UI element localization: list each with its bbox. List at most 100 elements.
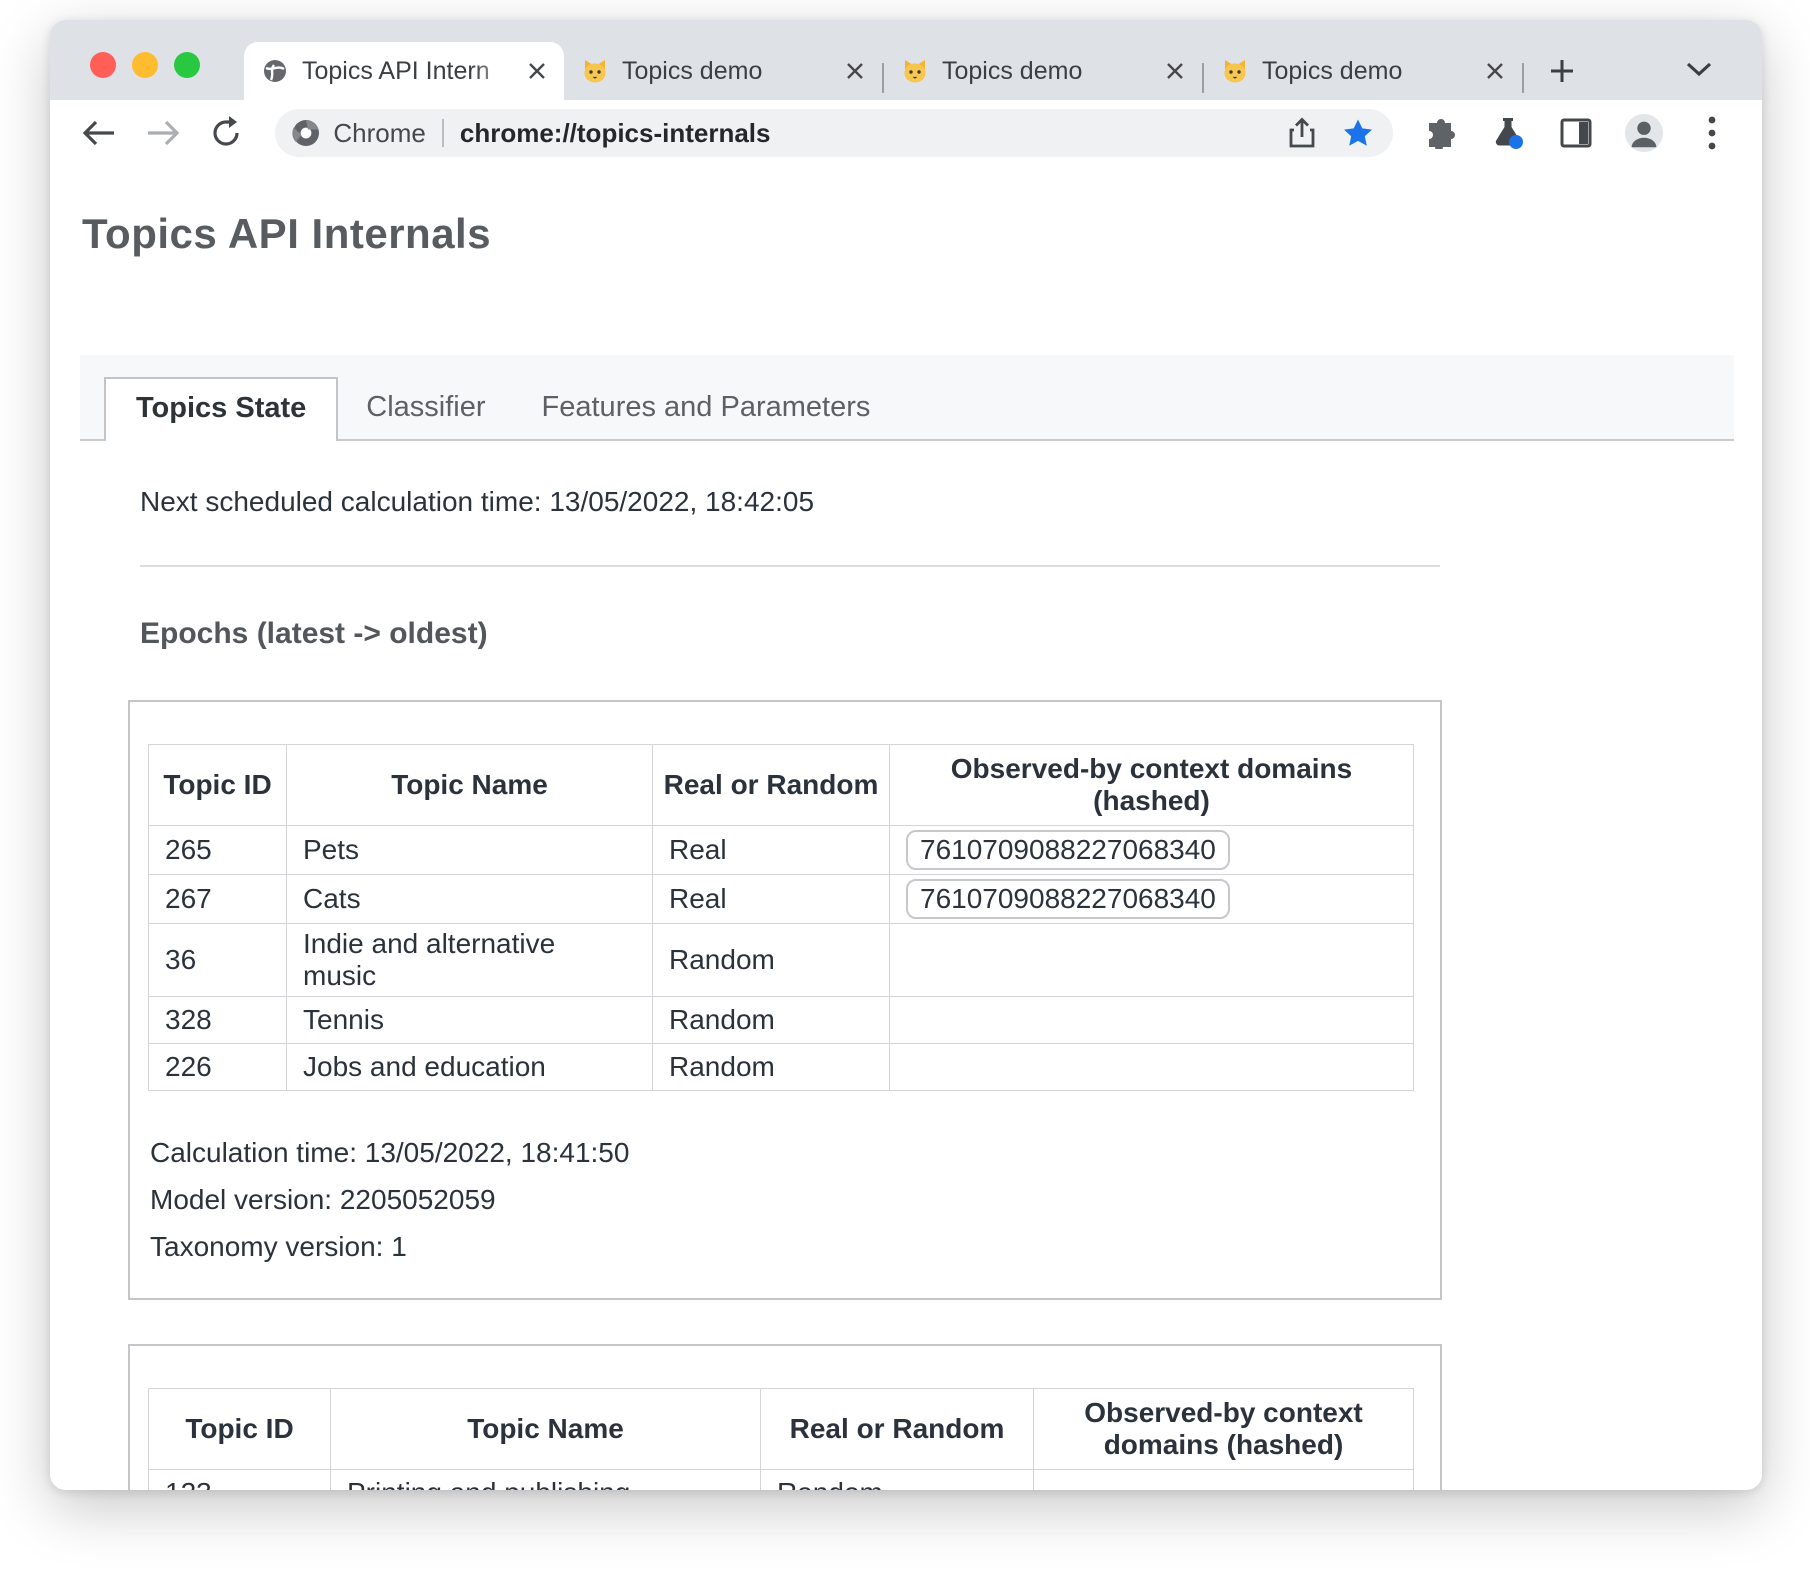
tab-classifier[interactable]: Classifier — [338, 377, 513, 439]
epoch-meta-line: Calculation time: 13/05/2022, 18:41:50 — [150, 1129, 1420, 1176]
next-calculation-time: Next scheduled calculation time: 13/05/2… — [140, 485, 1762, 519]
table-cell-name: Jobs and education — [287, 1044, 653, 1091]
column-header: Topic ID — [149, 745, 287, 826]
table-cell-type: Real — [653, 826, 890, 875]
close-tab-icon[interactable] — [526, 60, 548, 82]
table-cell-name: Pets — [287, 826, 653, 875]
epochs-heading: Epochs (latest -> oldest) — [140, 615, 1762, 653]
page-title: Topics API Internals — [82, 210, 1762, 258]
table-cell-name: Indie and alternative music — [287, 924, 653, 997]
share-icon[interactable] — [1285, 116, 1319, 150]
column-header: Real or Random — [653, 745, 890, 826]
table-cell-type: Random — [653, 1044, 890, 1091]
table-cell-hash — [890, 997, 1414, 1044]
site-label: Chrome — [333, 118, 425, 149]
back-button[interactable] — [76, 110, 122, 156]
table-cell-id: 226 — [149, 1044, 287, 1091]
tab-features-and-parameters[interactable]: Features and Parameters — [514, 377, 899, 439]
table-row: 123Printing and publishingRandom — [149, 1470, 1414, 1491]
page-tab-strip: Topics State Classifier Features and Par… — [80, 355, 1734, 441]
table-cell-hash: 7610709088227068340 — [890, 826, 1414, 875]
tab-search-chevron-icon[interactable] — [1682, 56, 1716, 82]
close-tab-icon[interactable] — [1164, 60, 1186, 82]
browser-tab-topics-demo-1[interactable]: Topics demo — [564, 42, 882, 100]
tab-title: Topics demo — [942, 57, 1154, 86]
table-cell-hash — [890, 924, 1414, 997]
tab-separator — [1522, 63, 1524, 93]
table-cell-name: Tennis — [287, 997, 653, 1044]
close-tab-icon[interactable] — [844, 60, 866, 82]
browser-tabs: Topics API Intern Topics dem — [244, 42, 1582, 100]
extensions-icon[interactable] — [1421, 113, 1461, 153]
table-header-row: Topic IDTopic NameReal or RandomObserved… — [149, 745, 1414, 826]
browser-tab-topics-internals[interactable]: Topics API Intern — [244, 42, 564, 100]
column-header: Observed-by context domains (hashed) — [890, 745, 1414, 826]
browser-tab-topics-demo-2[interactable]: Topics demo — [884, 42, 1202, 100]
browser-toolbar: Chrome chrome://topics-internals — [50, 100, 1762, 166]
table-cell-id: 36 — [149, 924, 287, 997]
table-cell-type: Real — [653, 875, 890, 924]
table-row: 36Indie and alternative musicRandom — [149, 924, 1414, 997]
globe-favicon-icon — [262, 58, 288, 84]
table-cell-name: Printing and publishing — [331, 1470, 761, 1491]
section-divider — [140, 565, 1440, 567]
column-header: Observed-by context domains (hashed) — [1034, 1389, 1414, 1470]
page-content: Topics API Internals Topics State Classi… — [50, 166, 1762, 1490]
table-cell-hash: 7610709088227068340 — [890, 875, 1414, 924]
bookmark-star-icon[interactable] — [1341, 116, 1375, 150]
browser-tabstrip: Topics API Intern Topics dem — [50, 20, 1762, 100]
chrome-logo-icon — [291, 118, 321, 148]
table-cell-type: Random — [761, 1470, 1034, 1491]
tab-title: Topics demo — [622, 57, 834, 86]
tab-topics-state[interactable]: Topics State — [104, 377, 338, 441]
table-row: 328TennisRandom — [149, 997, 1414, 1044]
url-text: chrome://topics-internals — [460, 118, 1263, 149]
column-header: Real or Random — [761, 1389, 1034, 1470]
tab-title: Topics API Intern — [302, 57, 516, 86]
omnibox-separator — [442, 119, 444, 147]
reload-button[interactable] — [204, 110, 250, 156]
address-bar[interactable]: Chrome chrome://topics-internals — [275, 109, 1392, 157]
column-header: Topic Name — [331, 1389, 761, 1470]
close-tab-icon[interactable] — [1484, 60, 1506, 82]
cat-favicon-icon — [902, 58, 928, 84]
epoch-panel: Topic IDTopic NameReal or RandomObserved… — [128, 1344, 1442, 1490]
table-cell-id: 265 — [149, 826, 287, 875]
epoch-meta-line: Model version: 2205052059 — [150, 1176, 1420, 1223]
epoch-table: Topic IDTopic NameReal or RandomObserved… — [148, 744, 1414, 1091]
cat-favicon-icon — [1222, 58, 1248, 84]
tab-title: Topics demo — [1262, 57, 1474, 86]
experiments-flask-icon[interactable] — [1489, 113, 1529, 153]
epoch-meta-line: Taxonomy version: 1 — [150, 1223, 1420, 1270]
table-header-row: Topic IDTopic NameReal or RandomObserved… — [149, 1389, 1414, 1470]
browser-window: Topics API Intern Topics dem — [50, 20, 1762, 1490]
browser-tab-topics-demo-3[interactable]: Topics demo — [1204, 42, 1522, 100]
table-cell-id: 123 — [149, 1470, 331, 1491]
profile-avatar[interactable] — [1624, 113, 1664, 153]
menu-dots-icon[interactable] — [1692, 113, 1732, 153]
table-row: 267CatsReal7610709088227068340 — [149, 875, 1414, 924]
close-window-button[interactable] — [90, 52, 116, 78]
hashed-domain-chip: 7610709088227068340 — [906, 830, 1230, 870]
table-cell-hash — [1034, 1470, 1414, 1491]
minimize-window-button[interactable] — [132, 52, 158, 78]
epoch-table: Topic IDTopic NameReal or RandomObserved… — [148, 1388, 1414, 1490]
hashed-domain-chip: 7610709088227068340 — [906, 879, 1230, 919]
table-row: 226Jobs and educationRandom — [149, 1044, 1414, 1091]
epoch-meta: Calculation time: 13/05/2022, 18:41:50Mo… — [150, 1129, 1420, 1270]
column-header: Topic Name — [287, 745, 653, 826]
zoom-window-button[interactable] — [174, 52, 200, 78]
macos-window-controls — [90, 52, 200, 78]
epoch-panel: Topic IDTopic NameReal or RandomObserved… — [128, 700, 1442, 1300]
column-header: Topic ID — [149, 1389, 331, 1470]
table-cell-hash — [890, 1044, 1414, 1091]
table-cell-id: 328 — [149, 997, 287, 1044]
forward-button[interactable] — [140, 110, 186, 156]
desktop: Topics API Intern Topics dem — [0, 0, 1810, 1576]
side-panel-icon[interactable] — [1556, 113, 1596, 153]
table-cell-type: Random — [653, 997, 890, 1044]
table-cell-name: Cats — [287, 875, 653, 924]
cat-favicon-icon — [582, 58, 608, 84]
new-tab-button[interactable] — [1542, 51, 1582, 91]
table-row: 265PetsReal 7610709088227068340 — [149, 826, 1414, 875]
